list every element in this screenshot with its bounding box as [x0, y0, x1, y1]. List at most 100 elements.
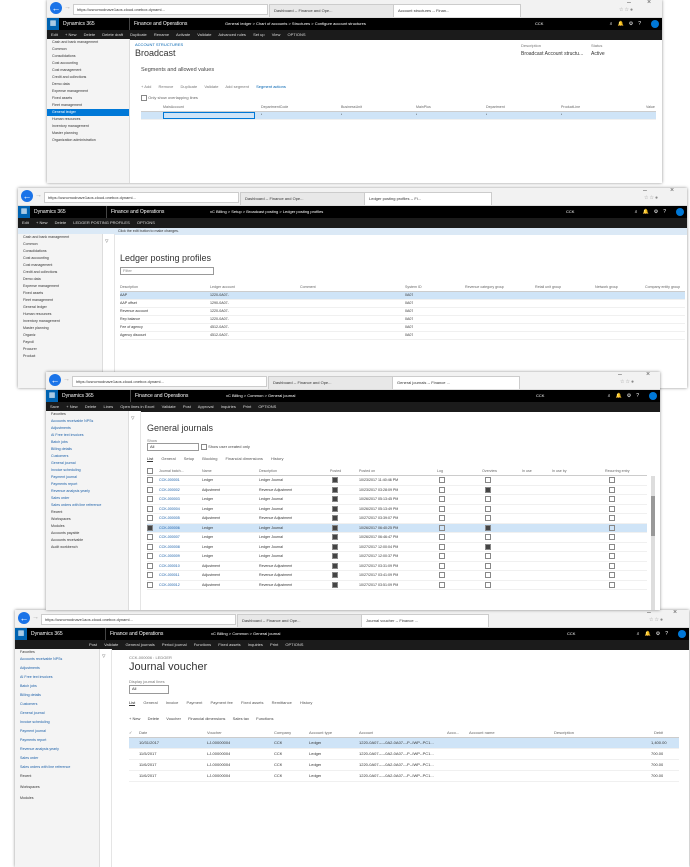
add-segment-button[interactable]: Add segment	[225, 84, 249, 89]
col-header[interactable]: Description	[120, 284, 138, 291]
row-checkbox[interactable]	[147, 534, 153, 541]
journal-batch-link[interactable]: CCK-000010	[159, 562, 180, 571]
col-header[interactable]: Account name	[469, 729, 495, 737]
nav-item[interactable]: AI Free text invoices	[15, 674, 99, 683]
grid-cell[interactable]: 10/23/2017 03:28:09 PM	[359, 486, 398, 495]
grid-cell[interactable]: 10/26/2017 05:13:45 PM	[359, 495, 398, 504]
sales-tax-button[interactable]: Sales tax	[233, 716, 249, 721]
row-checkbox[interactable]	[147, 553, 153, 560]
col-header[interactable]: Value	[646, 104, 655, 111]
company-picker[interactable]: CCK	[536, 390, 544, 402]
col-header[interactable]: Comment	[300, 284, 316, 291]
grid-cell[interactable]: 11/6/2017	[139, 771, 157, 781]
action-view[interactable]: View	[272, 32, 281, 37]
table-row[interactable]: 11/6/2017 LJ-00000004 CCK Ledger 1220-0A07--…	[129, 760, 679, 771]
col-header[interactable]: Account type	[309, 729, 332, 737]
nav-item[interactable]: Customers	[15, 701, 99, 710]
minimize-icon[interactable]: –	[643, 188, 647, 194]
nav-item[interactable]: Credit and collections	[47, 74, 129, 81]
grid-cell[interactable]: 700.00	[651, 771, 663, 781]
header-icons[interactable]: ⌕🔔⚙?	[608, 390, 644, 402]
grid-cell[interactable]: LJ-00000004	[207, 760, 230, 770]
table-row[interactable]: CCK-000008 Ledger Ledger Journal 10/27/2017…	[147, 543, 647, 552]
posted-checkbox[interactable]	[332, 477, 338, 484]
minimize-icon[interactable]: –	[647, 610, 651, 616]
grid-cell[interactable]: Ledger Journal	[259, 543, 283, 552]
col-header[interactable]: System ID	[405, 284, 422, 291]
grid-cell[interactable]: 1220-0A07-	[210, 292, 229, 299]
col-header[interactable]: Journal batch...	[159, 468, 184, 475]
breadcrumb[interactable]: xC Billing > Common > General journal	[211, 628, 280, 640]
posted-checkbox[interactable]	[332, 581, 338, 588]
log-checkbox[interactable]	[439, 505, 445, 512]
posted-checkbox[interactable]	[332, 505, 338, 512]
grid-cell[interactable]: Ledger Journal	[259, 533, 283, 542]
remove-button[interactable]: Remove	[158, 84, 173, 89]
action-period-journal[interactable]: Period journal	[162, 642, 187, 647]
close-icon[interactable]: ×	[673, 610, 677, 616]
action-delete[interactable]: Delete	[84, 32, 96, 37]
overview-checkbox[interactable]	[485, 553, 491, 560]
grid-cell[interactable]: LJ-00000004	[207, 749, 230, 759]
action-functions[interactable]: Functions	[194, 642, 211, 647]
overview-checkbox[interactable]	[485, 515, 491, 522]
recurring-checkbox[interactable]	[609, 515, 615, 522]
action-edit[interactable]: Edit	[22, 220, 29, 225]
tab-payment[interactable]: Payment	[187, 700, 203, 705]
table-row[interactable]: CCK-000007 Ledger Ledger Journal 10/26/2017…	[147, 533, 647, 543]
action-validate[interactable]: Validate	[104, 642, 118, 647]
row-checkbox[interactable]	[147, 486, 153, 493]
overview-checkbox[interactable]	[485, 581, 491, 588]
nav-item[interactable]: Fleet management	[18, 297, 102, 304]
nav-item[interactable]: Billing details	[15, 692, 99, 701]
action-new[interactable]: + New	[65, 32, 76, 37]
nav-item[interactable]: Batch jobs	[46, 439, 128, 446]
close-icon[interactable]: ×	[646, 372, 650, 378]
action-general-journals[interactable]: General journals	[125, 642, 154, 647]
grid-cell[interactable]: Ledger	[309, 749, 321, 759]
grid-cell[interactable]: Ledger Journal	[259, 505, 283, 514]
grid-cell[interactable]: Ledger	[202, 524, 213, 533]
action-post[interactable]: Post	[89, 642, 97, 647]
grid-cell[interactable]: 10/26/2017 06:46:47 PM	[359, 533, 398, 542]
breadcrumb[interactable]: xC Billing > Common > General journal	[226, 390, 295, 402]
recurring-checkbox[interactable]	[609, 496, 615, 503]
action-new[interactable]: + New	[66, 404, 77, 409]
nav-item[interactable]: Customers	[46, 453, 128, 460]
journal-batch-link[interactable]: CCK-000012	[159, 581, 180, 590]
table-row[interactable]: CCK-000009 Ledger Ledger Journal 10/27/2017…	[147, 552, 647, 562]
browser-tab-dashboard[interactable]: Dashboard -- Finance and Ope...	[268, 376, 398, 389]
action-print[interactable]: Print	[243, 404, 251, 409]
tab-history[interactable]: History	[271, 456, 283, 461]
grid-cell[interactable]: Revenue Adjustment	[259, 514, 292, 523]
table-row[interactable]: 10/31/2017 LJ-00000004 CCK Ledger 1220-0A07-…	[129, 738, 679, 749]
address-bar[interactable]: https://usncmodnave1aos.cloud.onebox.dyn…	[72, 376, 267, 387]
grid-cell[interactable]: Revenue account	[120, 308, 148, 315]
col-header[interactable]: Log	[437, 468, 443, 475]
journal-batch-link[interactable]: CCK-000009	[159, 552, 180, 561]
header-icons[interactable]: ⌕🔔⚙?	[635, 206, 671, 218]
grid-cell[interactable]: Adjustment	[202, 581, 220, 590]
nav-item[interactable]: Adjustments	[15, 665, 99, 674]
posted-checkbox[interactable]	[332, 515, 338, 522]
grid-cell[interactable]: 700.00	[651, 749, 663, 759]
action-fixed-assets[interactable]: Fixed assets	[218, 642, 240, 647]
grid-cell[interactable]: Ledger Journal	[259, 495, 283, 504]
table-row[interactable]: AAP offset 1290-0A07- 0A07	[120, 300, 685, 308]
nav-item[interactable]: General journal	[15, 710, 99, 719]
forward-button[interactable]: →	[35, 192, 42, 199]
table-row[interactable]: CCK-000003 Ledger Ledger Journal 10/26/2017…	[147, 495, 647, 505]
app-launcher-icon[interactable]: ▦	[15, 628, 27, 640]
grid-cell[interactable]: AAP	[120, 292, 127, 299]
posted-checkbox[interactable]	[332, 553, 338, 560]
grid-cell[interactable]: 0A07	[405, 300, 413, 307]
action-advanced-rules[interactable]: Advanced rules	[218, 32, 246, 37]
col-header[interactable]: Company	[274, 729, 291, 737]
log-checkbox[interactable]	[439, 543, 445, 550]
grid-cell[interactable]: 10/31/2017	[139, 738, 159, 748]
table-row[interactable]: 11/5/2017 LJ-00000004 CCK Ledger 1220-0A07--…	[129, 749, 679, 760]
nav-favorites[interactable]: Favorites	[46, 411, 128, 418]
grid-cell[interactable]: Adjustment	[202, 514, 220, 523]
user-created-checkbox[interactable]	[201, 444, 207, 450]
nav-item[interactable]: Accounts receivable NPSs	[46, 418, 128, 425]
